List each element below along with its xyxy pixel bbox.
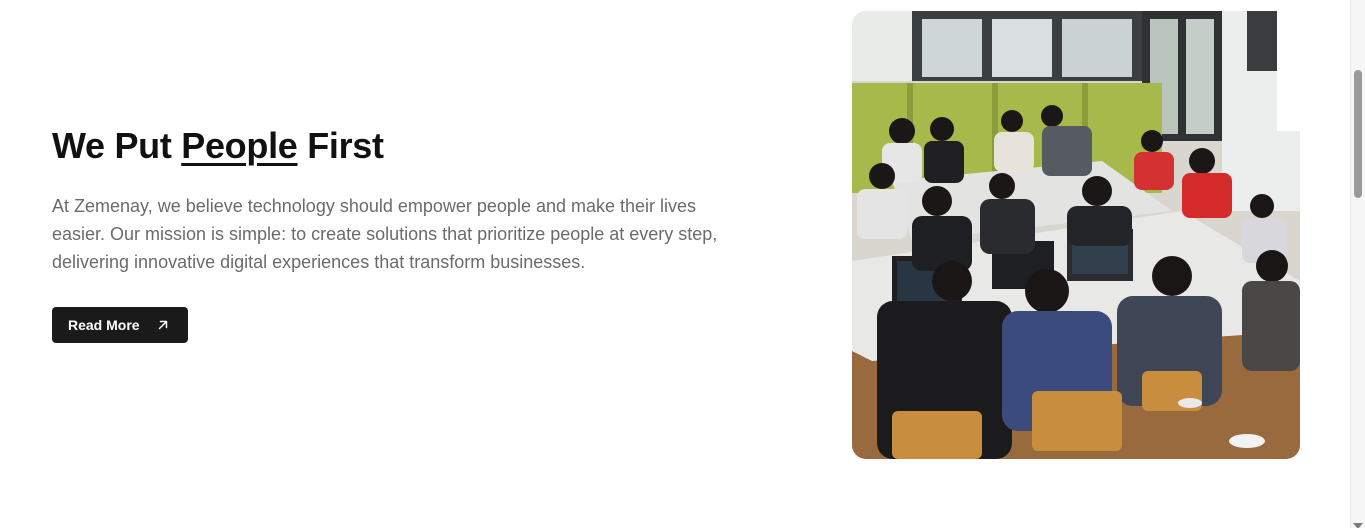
- section-heading: We Put People First: [52, 124, 752, 168]
- scrollbar-thumb[interactable]: [1354, 70, 1362, 198]
- page: We Put People First At Zemenay, we belie…: [0, 0, 1365, 528]
- section-description: At Zemenay, we believe technology should…: [52, 196, 718, 272]
- scroll-down-arrow-icon[interactable]: [1353, 517, 1363, 528]
- vertical-scrollbar[interactable]: [1350, 0, 1365, 528]
- read-more-button[interactable]: Read More: [52, 307, 188, 343]
- heading-highlight: People: [181, 125, 298, 166]
- team-photo: [852, 11, 1300, 459]
- arrow-up-right-icon: [156, 318, 170, 332]
- heading-text-end: First: [307, 125, 384, 166]
- people-first-section: We Put People First At Zemenay, we belie…: [52, 124, 752, 276]
- heading-text-start: We Put: [52, 125, 172, 166]
- read-more-label: Read More: [68, 317, 140, 333]
